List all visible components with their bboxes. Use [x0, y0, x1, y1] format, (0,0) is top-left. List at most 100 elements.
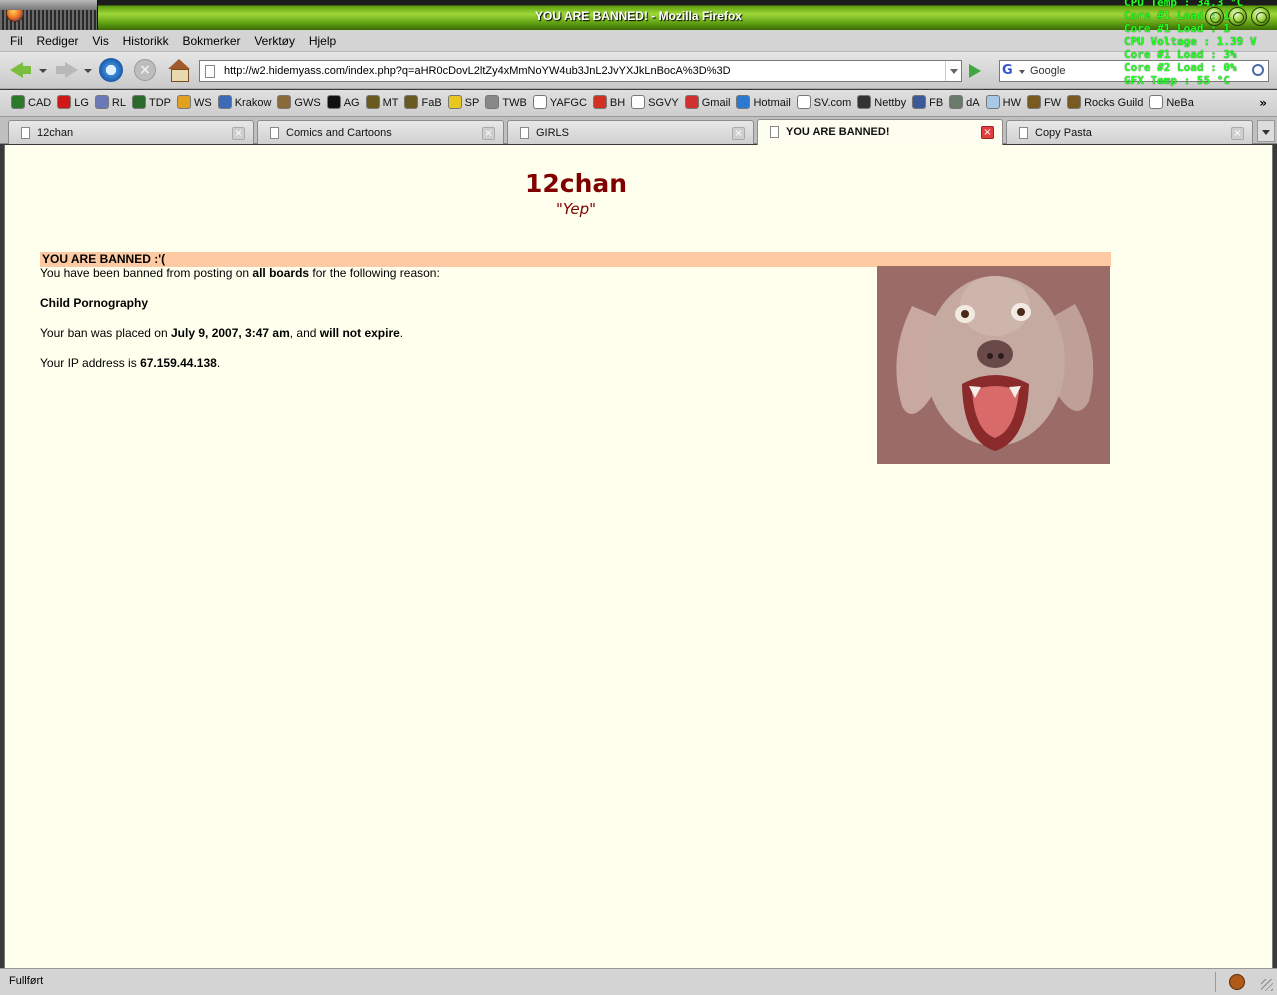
resize-grip-icon[interactable] — [1261, 979, 1273, 991]
go-arrow-icon[interactable] — [969, 64, 981, 78]
bookmark-label: Nettby — [874, 97, 907, 109]
ban-reason: Child Pornography — [40, 296, 148, 310]
stop-icon[interactable]: × — [134, 59, 156, 81]
sensor-line: CPU Voltage : 1.39 V — [1124, 35, 1257, 48]
ring-icon — [94, 95, 109, 109]
bookmark-krakow[interactable]: Krakow — [215, 95, 275, 111]
bookmark-sp[interactable]: SP — [445, 95, 483, 111]
bookmark-rocks-guild[interactable]: Rocks Guild — [1064, 95, 1146, 111]
gear-icon — [592, 95, 607, 109]
menu-view[interactable]: Vis — [87, 30, 113, 48]
bookmarks-overflow-chevron-icon[interactable]: » — [1259, 96, 1267, 110]
bookmark-bh[interactable]: BH — [590, 95, 628, 111]
bookmark-gmail[interactable]: Gmail — [682, 95, 734, 111]
close-tab-icon[interactable]: × — [232, 127, 245, 140]
bookmark-label: FB — [929, 97, 944, 109]
tab-bar: 12chan × Comics and Cartoons × GIRLS × Y… — [0, 117, 1277, 145]
text: Your IP address is — [40, 356, 141, 370]
bookmark-hotmail[interactable]: Hotmail — [733, 95, 793, 111]
back-history-dropdown-icon[interactable] — [39, 69, 47, 73]
bookmark-sv-com[interactable]: SV.com — [794, 95, 855, 111]
text: Your ban was placed on — [40, 326, 171, 340]
bookmarks-toolbar: CAD LG RL TDP WS Krakow GWS AG MT FaB SP TWB YAFGC BH… — [0, 90, 1277, 117]
page-icon — [21, 127, 30, 139]
sensor-line: GFX Temp : 55 °C — [1124, 74, 1230, 87]
bookmark-fw[interactable]: FW — [1024, 95, 1064, 111]
tab-label: Comics and Cartoons — [286, 127, 392, 139]
bookmark-nettby[interactable]: Nettby — [854, 95, 909, 111]
menu-tools[interactable]: Verktøy — [249, 30, 300, 48]
bookmark-hw[interactable]: HW — [983, 95, 1024, 111]
tab-comics-and-cartoons[interactable]: Comics and Cartoons × — [257, 120, 504, 144]
bookmark-twb[interactable]: TWB — [482, 95, 529, 111]
home-icon[interactable] — [168, 59, 190, 82]
search-input[interactable]: Google — [1030, 65, 1065, 77]
bookmark-rl[interactable]: RL — [92, 95, 129, 111]
text: You have been banned from posting on — [40, 266, 253, 280]
mt-icon — [365, 95, 380, 109]
sensor-line: Core #1 Load : 1 — [1124, 22, 1230, 35]
page-icon — [520, 127, 529, 139]
bookmark-neba[interactable]: NeBa — [1146, 95, 1197, 111]
bookmark-da[interactable]: dA — [946, 95, 982, 111]
tab-you-are-banned[interactable]: YOU ARE BANNED! × — [757, 119, 1003, 145]
facebook-icon — [912, 95, 927, 109]
ban-image-dog — [877, 266, 1110, 464]
close-tab-icon[interactable]: × — [981, 126, 994, 139]
bookmark-label: SP — [464, 97, 480, 109]
site-tagline: "Yep" — [555, 200, 597, 218]
close-tab-icon[interactable]: × — [482, 127, 495, 140]
bookmark-fab[interactable]: FaB — [401, 95, 444, 111]
bookmark-ag[interactable]: AG — [324, 95, 363, 111]
forward-history-dropdown-icon[interactable] — [84, 69, 92, 73]
reload-icon[interactable] — [99, 58, 123, 82]
bookmark-label: BH — [609, 97, 626, 109]
robot-icon — [1026, 95, 1041, 109]
menu-help[interactable]: Hjelp — [304, 30, 341, 48]
window-titlebar[interactable]: YOU ARE BANNED! - Mozilla Firefox — [0, 0, 1277, 30]
bookmark-gws[interactable]: GWS — [274, 95, 323, 111]
all-tabs-dropdown[interactable] — [1257, 120, 1275, 142]
bookmark-tdp[interactable]: TDP — [129, 95, 174, 111]
greasemonkey-icon[interactable] — [1229, 974, 1245, 990]
bookmark-label: Gmail — [701, 97, 731, 109]
address-bar[interactable]: http://w2.hidemyass.com/index.php?q=aHR0… — [199, 60, 962, 82]
status-text: Fullført — [9, 975, 44, 987]
bookmark-label: FW — [1043, 97, 1062, 109]
bookmark-label: HW — [1002, 97, 1021, 109]
k-icon — [131, 95, 146, 109]
bookmark-sgvy[interactable]: SGVY — [628, 95, 682, 111]
bookmark-label: TDP — [148, 97, 171, 109]
search-engine-google-icon[interactable]: G — [1002, 63, 1026, 79]
page-icon — [532, 95, 547, 109]
ban-date-line: Your ban was placed on July 9, 2007, 3:4… — [40, 326, 440, 341]
heart-icon — [57, 95, 72, 109]
address-history-dropdown[interactable] — [945, 61, 961, 81]
close-tab-icon[interactable]: × — [1231, 127, 1244, 140]
ban-scope: all boards — [252, 266, 310, 280]
menu-history[interactable]: Historikk — [118, 30, 174, 48]
bookmark-label: SV.com — [813, 97, 852, 109]
menu-edit[interactable]: Rediger — [32, 30, 84, 48]
bookmark-label: Krakow — [234, 97, 272, 109]
bookmark-fb[interactable]: FB — [909, 95, 946, 111]
page-icon — [796, 95, 811, 109]
bookmark-yafgc[interactable]: YAFGC — [530, 95, 590, 111]
back-arrow-icon[interactable] — [10, 59, 32, 81]
menu-bookmarks[interactable]: Bokmerker — [177, 30, 245, 48]
bookmark-label: WS — [193, 97, 212, 109]
bookmark-mt[interactable]: MT — [363, 95, 402, 111]
tab-girls[interactable]: GIRLS × — [507, 120, 754, 144]
tab-12chan[interactable]: 12chan × — [8, 120, 254, 144]
bookmark-cad[interactable]: CAD — [8, 95, 54, 111]
page-icon — [770, 126, 779, 138]
forward-arrow-icon[interactable] — [55, 59, 78, 81]
ban-ip-line: Your IP address is 67.159.44.138. — [40, 356, 440, 371]
address-url[interactable]: http://w2.hidemyass.com/index.php?q=aHR0… — [224, 65, 731, 77]
menu-file[interactable]: Fil — [0, 30, 28, 48]
close-tab-icon[interactable]: × — [732, 127, 745, 140]
bookmark-lg[interactable]: LG — [54, 95, 92, 111]
bookmark-ws[interactable]: WS — [174, 95, 215, 111]
tab-copy-pasta[interactable]: Copy Pasta × — [1006, 120, 1253, 144]
bookmark-label: CAD — [28, 97, 52, 109]
